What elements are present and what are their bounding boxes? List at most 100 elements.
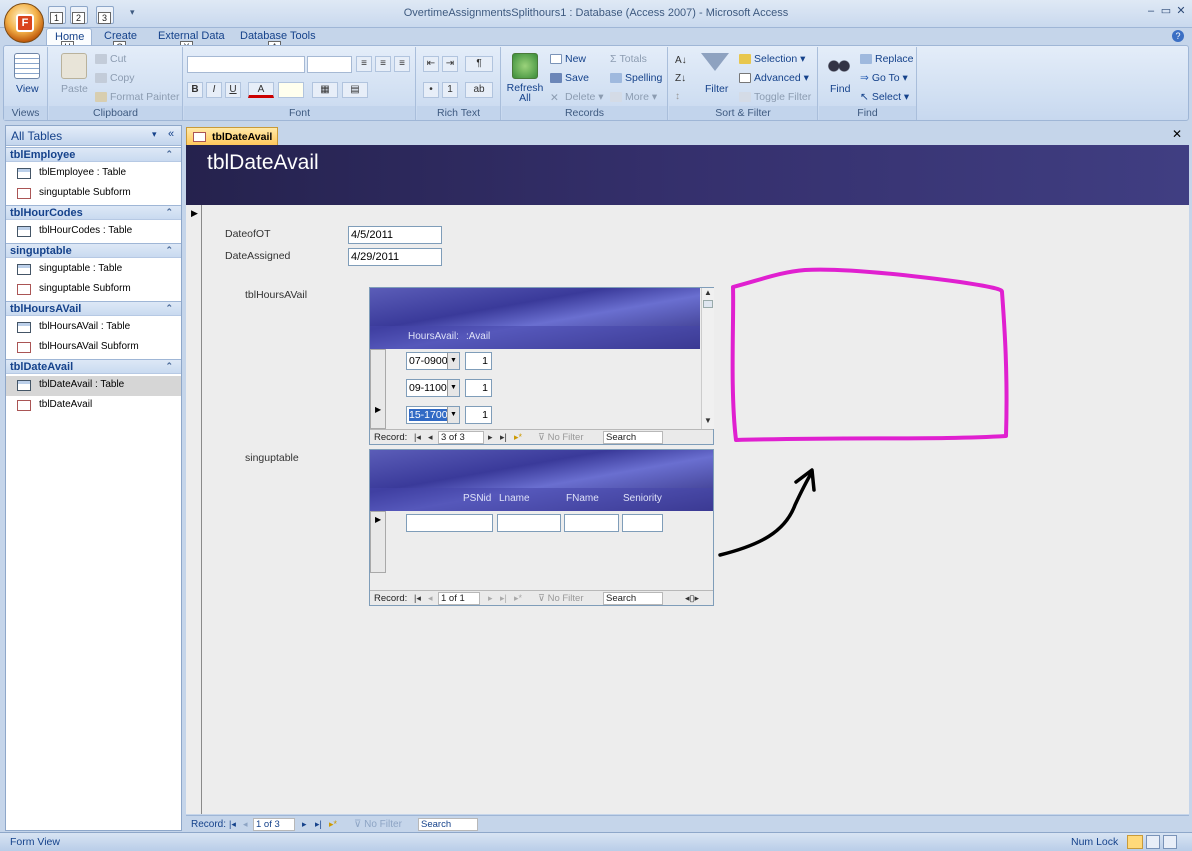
gridlines-icon[interactable]: ▦ (312, 82, 338, 98)
increase-indent-icon[interactable]: ⇥ (442, 56, 458, 72)
replace-button[interactable]: Replace (860, 53, 914, 65)
nav-item[interactable]: singuptable Subform (6, 280, 181, 300)
font-size-combo[interactable] (307, 56, 352, 73)
record-position-field[interactable]: 3 of 3 (438, 431, 484, 444)
record-position-field[interactable]: 1 of 1 (438, 592, 480, 605)
document-tab[interactable]: tblDateAvail (186, 127, 278, 145)
last-record-icon[interactable]: ▸| (500, 432, 507, 443)
nav-item[interactable]: tblHourCodes : Table (6, 222, 181, 242)
no-filter-button[interactable]: ⊽ No Filter (538, 593, 584, 604)
hours-combo[interactable]: 09-1100 ▼ (406, 379, 460, 397)
nav-group-tbldateavail[interactable]: tblDateAvail ⌃ (6, 359, 181, 374)
last-record-icon[interactable]: ▸| (315, 819, 322, 830)
cut-button[interactable]: Cut (95, 53, 126, 65)
nav-group-tblhoursavail[interactable]: tblHoursAVail ⌃ (6, 301, 181, 316)
minimize-button[interactable]: ‒ (1144, 4, 1158, 18)
dateofot-field[interactable]: 4/5/2011 (348, 226, 442, 244)
collapse-group-icon[interactable]: ⌃ (165, 361, 173, 372)
previous-record-icon[interactable]: ◂ (428, 593, 433, 604)
previous-record-icon[interactable]: ◂ (243, 819, 248, 830)
align-right-icon[interactable]: ≡ (394, 56, 410, 72)
close-document-icon[interactable]: ✕ (1172, 127, 1182, 141)
nav-item[interactable]: singuptable : Table (6, 260, 181, 280)
search-input[interactable]: Search (418, 818, 478, 831)
no-filter-button[interactable]: ⊽ No Filter (538, 432, 584, 443)
collapse-pane-icon[interactable]: « (168, 128, 174, 140)
hours-combo[interactable]: 07-0900 ▼ (406, 352, 460, 370)
nav-group-tblemployee[interactable]: tblEmployee ⌃ (6, 147, 181, 162)
font-name-combo[interactable] (187, 56, 305, 73)
bullets-icon[interactable]: • (423, 82, 439, 98)
decrease-indent-icon[interactable]: ⇤ (423, 56, 439, 72)
view-button[interactable]: View (16, 83, 39, 95)
nav-group-tblhourcodes[interactable]: tblHourCodes ⌃ (6, 205, 181, 220)
next-record-icon[interactable]: ▸ (488, 593, 493, 604)
collapse-group-icon[interactable]: ⌃ (165, 245, 173, 256)
highlight-icon[interactable]: ab (465, 82, 493, 98)
dateassigned-field[interactable]: 4/29/2011 (348, 248, 442, 266)
search-input[interactable]: Search (603, 431, 663, 444)
lname-cell[interactable] (497, 514, 561, 532)
record-selector[interactable]: ▶ (186, 205, 202, 814)
alternate-fill-icon[interactable]: ▤ (342, 82, 368, 98)
nav-pane-header[interactable]: All Tables ▾ « (6, 126, 181, 146)
first-record-icon[interactable]: |◂ (414, 593, 421, 604)
layout-view-icon[interactable] (1146, 835, 1160, 849)
selection-button[interactable]: Selection ▾ (739, 53, 805, 65)
totals-button[interactable]: Σ Totals (610, 53, 647, 65)
dropdown-arrow-icon[interactable]: ▼ (447, 380, 459, 396)
filter-button[interactable]: Filter (705, 83, 728, 95)
psnid-cell[interactable] (406, 514, 493, 532)
align-center-icon[interactable]: ≡ (375, 56, 391, 72)
nav-item[interactable]: singuptable Subform (6, 184, 181, 204)
new-record-button[interactable]: New (550, 53, 586, 65)
record-position-field[interactable]: 1 of 3 (253, 818, 295, 831)
new-record-icon[interactable]: ▸* (329, 819, 337, 830)
help-icon[interactable]: ? (1172, 30, 1184, 42)
horizontal-scroll-icon[interactable]: ◂▯▸ (685, 593, 699, 604)
collapse-group-icon[interactable]: ⌃ (165, 207, 173, 218)
nav-group-singuptable[interactable]: singuptable ⌃ (6, 243, 181, 258)
form-view-icon[interactable] (1127, 835, 1143, 849)
paste-button[interactable]: Paste (61, 83, 88, 95)
office-button[interactable]: F (4, 3, 44, 43)
new-record-icon[interactable]: ▸* (514, 593, 522, 604)
collapse-group-icon[interactable]: ⌃ (165, 303, 173, 314)
no-filter-button[interactable]: ⊽ No Filter (354, 819, 402, 830)
fname-cell[interactable] (564, 514, 619, 532)
delete-record-button[interactable]: ✕ Delete ▾ (550, 91, 604, 104)
first-record-icon[interactable]: |◂ (229, 819, 236, 830)
restore-button[interactable]: ▭ (1159, 4, 1173, 18)
format-painter-button[interactable]: Format Painter (95, 91, 179, 103)
font-color-button[interactable]: A (248, 82, 274, 98)
nav-item[interactable]: tblDateAvail : Table (6, 376, 181, 396)
avail-cell[interactable]: 1 (465, 379, 492, 397)
new-record-icon[interactable]: ▸* (514, 432, 522, 443)
sort-ascending-icon[interactable]: A↓ (675, 52, 687, 70)
bold-button[interactable]: B (187, 82, 203, 98)
design-view-icon[interactable] (1163, 835, 1177, 849)
italic-button[interactable]: I (206, 82, 222, 98)
next-record-icon[interactable]: ▸ (302, 819, 307, 830)
dropdown-arrow-icon[interactable]: ▼ (447, 407, 459, 423)
first-record-icon[interactable]: |◂ (414, 432, 421, 443)
dropdown-arrow-icon[interactable]: ▼ (447, 353, 459, 369)
previous-record-icon[interactable]: ◂ (428, 432, 433, 443)
underline-button[interactable]: U (225, 82, 241, 98)
subform-record-selector[interactable]: ▶ (370, 511, 386, 573)
more-button[interactable]: More ▾ (610, 91, 657, 103)
numbering-icon[interactable]: 1 (442, 82, 458, 98)
select-button[interactable]: ↖ Select ▾ (860, 91, 909, 103)
spelling-button[interactable]: Spelling (610, 72, 662, 84)
nav-item[interactable]: tblEmployee : Table (6, 164, 181, 184)
align-left-icon[interactable]: ≡ (356, 56, 372, 72)
chevron-down-icon[interactable]: ▾ (152, 129, 157, 140)
last-record-icon[interactable]: ▸| (500, 593, 507, 604)
subform-record-selector[interactable]: ▶ (370, 349, 386, 429)
search-input[interactable]: Search (603, 592, 663, 605)
paragraph-direction-icon[interactable]: ¶ (465, 56, 493, 72)
find-button[interactable]: Find (830, 83, 850, 95)
sort-descending-icon[interactable]: Z↓ (675, 70, 687, 88)
seniority-cell[interactable] (622, 514, 663, 532)
refresh-all-button[interactable]: Refresh All (505, 83, 545, 104)
